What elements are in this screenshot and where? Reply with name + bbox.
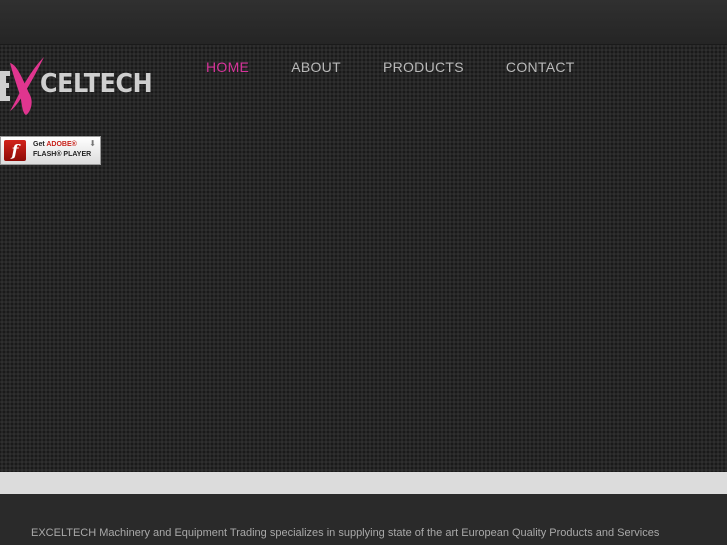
flash-player-icon: f xyxy=(4,140,26,161)
main-nav: HOME ABOUT PRODUCTS CONTACT xyxy=(206,59,617,75)
nav-home[interactable]: HOME xyxy=(206,59,249,75)
flash-product-label: FLASH® PLAYER xyxy=(33,151,92,158)
nav-contact[interactable]: CONTACT xyxy=(506,59,575,75)
logo-text: CELTECH xyxy=(40,69,153,99)
get-flash-player-button[interactable]: f Get ADOBE® FLASH® PLAYER ⬇ xyxy=(0,136,101,165)
page: CELTECH HOME ABOUT PRODUCTS CONTACT f Ge… xyxy=(0,0,727,545)
flash-brand-text: ADOBE® xyxy=(46,141,77,148)
logo[interactable]: CELTECH xyxy=(0,55,170,117)
nav-about[interactable]: ABOUT xyxy=(291,59,341,75)
company-intro-text: EXCELTECH Machinery and Equipment Tradin… xyxy=(31,527,660,539)
flash-get-label: Get ADOBE® xyxy=(33,141,77,148)
header: CELTECH HOME ABOUT PRODUCTS CONTACT xyxy=(0,45,727,135)
footer: EXCELTECH Machinery and Equipment Tradin… xyxy=(0,494,727,545)
download-arrow-icon: ⬇ xyxy=(89,139,96,148)
nav-products[interactable]: PRODUCTS xyxy=(383,59,464,75)
top-bar xyxy=(0,0,727,45)
flash-get-text: Get xyxy=(33,141,45,148)
divider-bar xyxy=(0,472,727,494)
